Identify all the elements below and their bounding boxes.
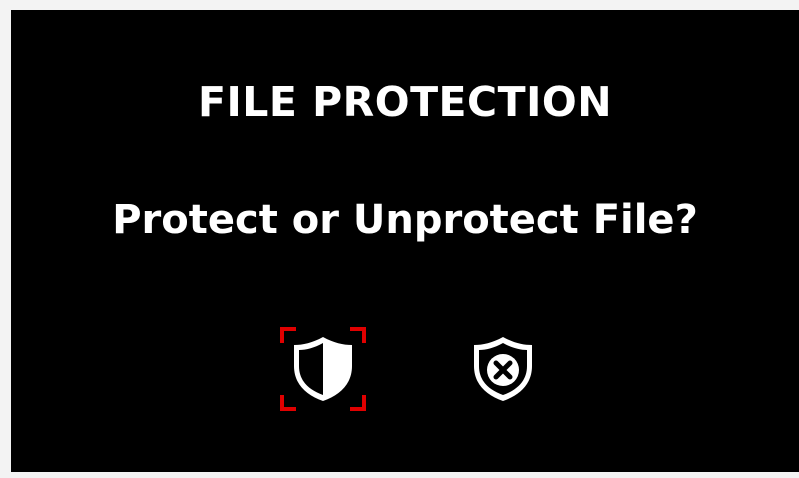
shield-x-icon xyxy=(474,337,532,401)
dialog-question: Protect or Unprotect File? xyxy=(112,197,698,243)
dialog-title: FILE PROTECTION xyxy=(197,78,613,126)
file-protection-dialog: FILE PROTECTION Protect or Unprotect Fil… xyxy=(11,10,799,472)
protect-file-button[interactable] xyxy=(280,327,366,411)
half-filled-shield-icon xyxy=(294,337,352,401)
screen-frame: FILE PROTECTION Protect or Unprotect Fil… xyxy=(0,0,799,478)
unprotect-file-button[interactable] xyxy=(460,327,546,411)
